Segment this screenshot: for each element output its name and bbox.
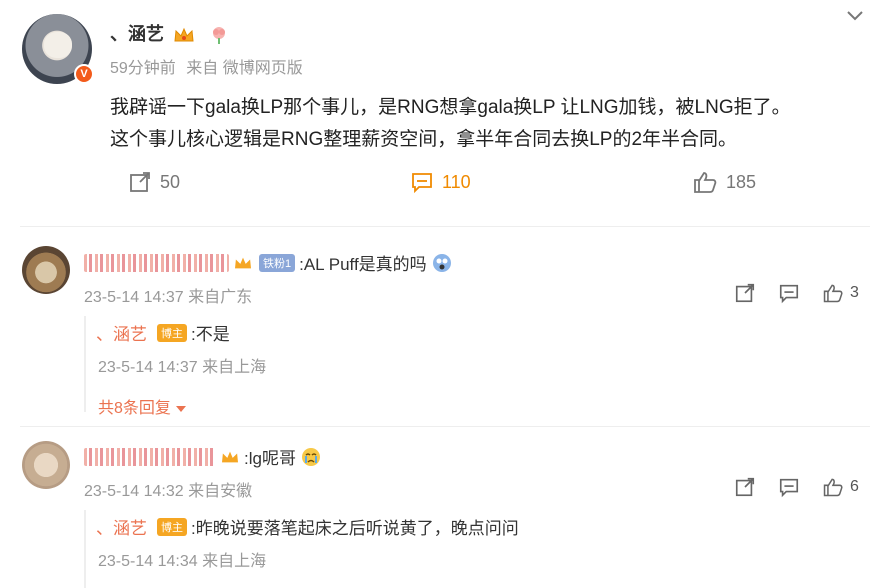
flower-icon <box>208 25 230 45</box>
more-replies-link[interactable]: 共8条回复 <box>98 394 187 418</box>
comment-actions: 3 <box>734 282 859 304</box>
author-name[interactable]: 、涵艺 <box>110 20 230 46</box>
reply-time: 23-5-14 14:34 来自上海 <box>98 553 267 570</box>
fan-badge: 铁粉1 <box>259 253 296 272</box>
divider <box>20 426 870 427</box>
chevron-down-icon[interactable] <box>845 8 865 24</box>
reply-bar <box>84 316 86 412</box>
reply-text: :昨晚说要落笔起床之后听说黄了，晚点问问 <box>191 519 519 538</box>
crying-emoji-icon <box>300 446 322 468</box>
comment-like-button[interactable]: 6 <box>822 476 859 498</box>
repost-button[interactable]: 50 <box>128 170 180 194</box>
comment-time: 23-5-14 14:37 来自广东 <box>84 289 253 306</box>
comment-actions: 6 <box>734 476 859 498</box>
comment-button[interactable]: 110 <box>410 170 471 194</box>
reply-text: :不是 <box>191 325 230 344</box>
comment-line: :lg呢哥 <box>84 444 322 469</box>
author-name-text: 、涵艺 <box>110 24 164 44</box>
reply-author[interactable]: 、涵艺 <box>96 514 147 539</box>
crown-icon <box>233 255 253 271</box>
reply-time: 23-5-14 14:37 来自上海 <box>98 359 267 376</box>
commenter-avatar[interactable] <box>22 441 70 489</box>
host-badge: 博主 <box>157 323 187 342</box>
like-icon <box>822 282 844 304</box>
post-text-line: 我辟谣一下gala换LP那个事儿，是RNG想拿gala换LP 让LNG加钱，被L… <box>110 97 791 118</box>
reply-author[interactable]: 、涵艺 <box>96 320 147 345</box>
post-text-line: 这个事儿核心逻辑是RNG整理薪资空间，拿半年合同去换LP的2年半合同。 <box>110 129 738 150</box>
commenter-avatar[interactable] <box>22 246 70 294</box>
comment-time: 23-5-14 14:32 来自安徽 <box>84 483 253 500</box>
repost-icon[interactable] <box>734 282 756 304</box>
post-time[interactable]: 59分钟前 <box>110 60 176 77</box>
post-meta: 59分钟前 来自 微博网页版 <box>110 54 303 78</box>
comment-icon[interactable] <box>778 282 800 304</box>
comment-like-count: 3 <box>850 284 859 301</box>
crown-icon <box>173 26 195 44</box>
reply-line: 、涵艺 博主 :不是 <box>96 320 230 345</box>
reply-bar <box>84 510 86 588</box>
divider <box>20 226 870 227</box>
verified-badge: V <box>74 64 94 84</box>
repost-icon <box>128 170 152 194</box>
like-button[interactable]: 185 <box>692 170 756 194</box>
comment-text: :lg呢哥 <box>244 449 296 468</box>
comment-icon <box>410 170 434 194</box>
comment-count: 110 <box>442 171 471 192</box>
commenter-name-blurred[interactable] <box>84 447 216 466</box>
reply-line: 、涵艺 博主 :昨晚说要落笔起床之后听说黄了，晚点问问 <box>96 514 519 539</box>
like-icon <box>692 170 718 194</box>
like-icon <box>822 476 844 498</box>
caret-down-icon <box>175 404 187 414</box>
like-count: 185 <box>726 171 757 192</box>
comment-text: :AL Puff是真的吗 <box>299 255 427 274</box>
emoji-icon <box>431 252 453 274</box>
comment-like-count: 6 <box>850 478 859 495</box>
repost-icon[interactable] <box>734 476 756 498</box>
repost-count: 50 <box>160 171 181 192</box>
comment-like-button[interactable]: 3 <box>822 282 859 304</box>
commenter-name-blurred[interactable] <box>84 253 229 272</box>
host-badge: 博主 <box>157 517 187 536</box>
crown-icon <box>220 449 240 465</box>
comment-icon[interactable] <box>778 476 800 498</box>
comment-line: 铁粉1 :AL Puff是真的吗 <box>84 250 453 275</box>
post-body: 我辟谣一下gala换LP那个事儿，是RNG想拿gala换LP 让LNG加钱，被L… <box>110 92 870 156</box>
post-source: 来自 微博网页版 <box>186 60 303 77</box>
more-replies-text: 共8条回复 <box>98 400 171 417</box>
